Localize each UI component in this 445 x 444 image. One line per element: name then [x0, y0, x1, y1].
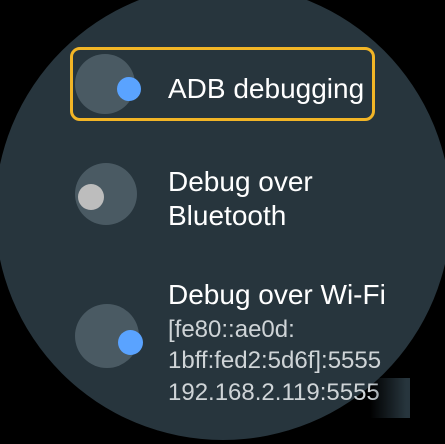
debug-over-bluetooth-label-line1: Debug over	[168, 166, 313, 197]
focus-highlight	[70, 47, 375, 121]
toggle-on-icon	[118, 330, 143, 355]
edge-fade	[370, 378, 410, 418]
debug-over-bluetooth-label-line2: Bluetooth	[168, 200, 287, 231]
watch-screen: ADB debugging Debug over Bluetooth Debug…	[0, 0, 445, 444]
debug-over-wifi-label: Debug over Wi-Fi	[168, 279, 386, 310]
debug-over-wifi-address-line1: [fe80::ae0d:	[168, 316, 295, 343]
debug-over-wifi-address-line3: 192.168.2.119:5555	[168, 379, 380, 406]
debug-over-wifi-address-line2: 1bff:fed2:5d6f]:5555	[168, 347, 382, 374]
toggle-off-icon	[78, 184, 104, 210]
